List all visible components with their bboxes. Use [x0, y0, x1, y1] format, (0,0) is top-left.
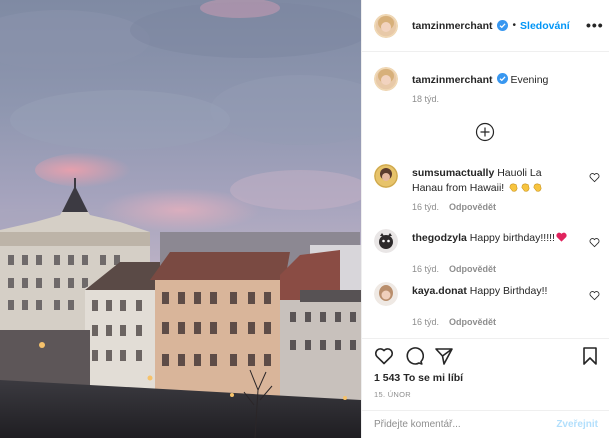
- post-comment-button[interactable]: Zveřejnit: [556, 419, 598, 430]
- commenter-avatar[interactable]: [374, 164, 398, 188]
- post-header: tamzinmerchant • Sledování •••: [362, 0, 609, 52]
- reply-button[interactable]: Odpovědět: [449, 264, 496, 274]
- comment-item: thegodzyla Happy birthday!!!!! 16 týd. Od…: [374, 229, 600, 274]
- comment-time[interactable]: 16 týd.: [412, 202, 439, 212]
- comment-input[interactable]: [374, 419, 557, 430]
- red-heart-emoji-icon: [556, 232, 567, 242]
- like-comment-heart-icon[interactable]: [589, 237, 600, 248]
- caption-text: Evening: [510, 74, 549, 86]
- comment-text: Happy Birthday!!: [469, 285, 548, 297]
- like-comment-heart-icon[interactable]: [589, 290, 600, 301]
- caption-username[interactable]: tamzinmerchant: [412, 74, 493, 86]
- caption-time[interactable]: 18 týd.: [412, 94, 600, 104]
- instagram-post-dialog: tamzinmerchant • Sledování ••• tamzinmer…: [0, 0, 609, 438]
- author-username[interactable]: tamzinmerchant: [412, 20, 493, 32]
- hand-emoji-icon: [532, 182, 543, 193]
- comment-username[interactable]: kaya.donat: [412, 285, 467, 297]
- load-more-comments-icon[interactable]: [475, 122, 495, 142]
- comment-text: Happy birthday!!!!!: [469, 232, 555, 244]
- share-paper-plane-icon[interactable]: [434, 346, 454, 366]
- commenter-avatar[interactable]: [374, 229, 398, 253]
- comment-item: kaya.donat Happy Birthday!! 16 týd. Odpov…: [374, 282, 600, 327]
- reply-button[interactable]: Odpovědět: [449, 202, 496, 212]
- save-bookmark-icon[interactable]: [580, 346, 600, 366]
- like-comment-heart-icon[interactable]: [589, 172, 600, 183]
- more-options-icon[interactable]: •••: [586, 15, 603, 35]
- reply-button[interactable]: Odpovědět: [449, 317, 496, 327]
- comment-username[interactable]: thegodzyla: [412, 232, 467, 244]
- post-date[interactable]: 15. ÚNOR: [374, 390, 411, 399]
- post-caption: tamzinmerchant Evening 18 týd.: [374, 67, 600, 104]
- post-photo[interactable]: [0, 0, 361, 438]
- like-heart-icon[interactable]: [374, 346, 394, 366]
- comment-time[interactable]: 16 týd.: [412, 317, 439, 327]
- add-comment-bar: Zveřejnit: [362, 410, 609, 438]
- likes-count[interactable]: 1 543 To se mi líbí: [374, 372, 463, 384]
- photo-image: [0, 0, 361, 438]
- post-actions-bar: [362, 338, 609, 374]
- verified-badge-icon: [496, 73, 508, 84]
- hand-emoji-icon: [508, 182, 519, 193]
- hand-emoji-icon: [520, 182, 531, 193]
- following-button[interactable]: Sledování: [520, 20, 570, 32]
- caption-avatar[interactable]: [374, 67, 398, 91]
- verified-badge-icon: [496, 20, 508, 31]
- comment-username[interactable]: sumsumactually: [412, 167, 494, 179]
- separator-dot: •: [512, 20, 517, 31]
- author-avatar[interactable]: [374, 13, 398, 38]
- post-side-panel: tamzinmerchant • Sledování ••• tamzinmer…: [361, 0, 609, 438]
- commenter-avatar[interactable]: [374, 282, 398, 306]
- comment-time[interactable]: 16 týd.: [412, 264, 439, 274]
- comment-bubble-icon[interactable]: [404, 346, 424, 366]
- comment-item: sumsumactually Hauoli La Hanau from Hawa…: [374, 164, 600, 212]
